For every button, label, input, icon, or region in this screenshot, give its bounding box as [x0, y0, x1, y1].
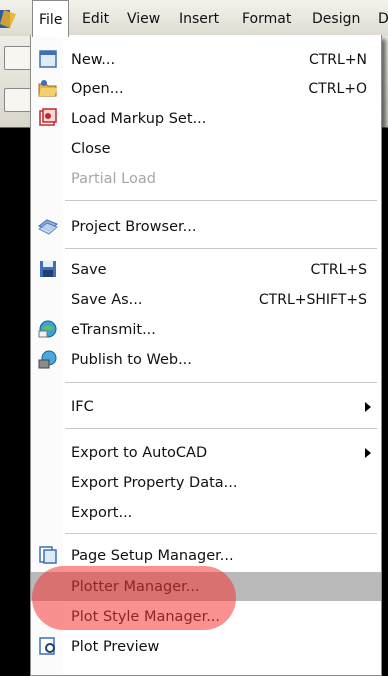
menu-item-label: Export to AutoCAD [71, 445, 208, 461]
menu-item-close[interactable]: Close [31, 134, 381, 163]
menu-item-save-as[interactable]: Save As... CTRL+SHIFT+S [31, 285, 381, 314]
menu-item-label: Partial Load [71, 171, 156, 187]
menu-item-project-browser[interactable]: Project Browser... [31, 212, 381, 241]
menu-item-label: Open... [71, 81, 124, 97]
etransmit-icon [38, 320, 57, 338]
menu-item-page-setup-manager[interactable]: Page Setup Manager... [31, 541, 381, 570]
menu-item-label: Plot Preview [71, 639, 160, 655]
menu-edit[interactable]: Edit [82, 0, 109, 36]
menu-item-open[interactable]: Open... CTRL+O [31, 74, 381, 103]
menu-item-label: Close [71, 141, 111, 157]
menu-item-label: IFC [71, 399, 94, 415]
plot-preview-icon [39, 637, 55, 655]
menu-item-shortcut: CTRL+SHIFT+S [258, 292, 367, 308]
publish-web-icon [38, 350, 57, 369]
menu-item-load-markup-set[interactable]: Load Markup Set... [31, 104, 381, 133]
menu-item-etransmit[interactable]: eTransmit... [31, 315, 381, 344]
menu-separator [65, 200, 377, 201]
menu-item-label: Save [71, 262, 107, 278]
menu-item-export-property-data[interactable]: Export Property Data... [31, 468, 381, 497]
save-icon [40, 261, 56, 277]
menu-item-save[interactable]: Save CTRL+S [31, 255, 381, 284]
menu-item-shortcut: CTRL+O [308, 81, 367, 97]
file-menu: New... CTRL+N Open... CTRL+O Load Markup… [30, 35, 382, 676]
menu-item-ifc[interactable]: IFC [31, 392, 381, 421]
menu-item-publish-to-web[interactable]: Publish to Web... [31, 345, 381, 374]
toolbar-button[interactable] [4, 46, 32, 70]
menu-insert[interactable]: Insert [179, 0, 219, 36]
menu-item-label: Plotter Manager... [71, 579, 200, 595]
menu-item-partial-load: Partial Load [31, 164, 381, 193]
toolbar-button[interactable] [4, 88, 32, 112]
menu-item-label: Save As... [71, 292, 143, 308]
app-icon[interactable] [0, 8, 22, 30]
new-document-icon [39, 50, 57, 68]
menu-format[interactable]: Format [242, 0, 291, 36]
menu-file[interactable]: File [32, 0, 70, 37]
menu-item-new[interactable]: New... CTRL+N [31, 45, 381, 74]
open-folder-icon [38, 80, 57, 97]
menu-item-label: New... [71, 52, 116, 68]
menu-item-label: Plot Style Manager... [71, 609, 221, 625]
menu-separator [65, 428, 377, 429]
menu-item-export-to-autocad[interactable]: Export to AutoCAD [31, 438, 381, 467]
project-browser-icon [38, 219, 58, 235]
menu-separator [65, 248, 377, 249]
menu-item-label: Export... [71, 505, 133, 521]
menu-item-plot-style-manager[interactable]: Plot Style Manager... [31, 602, 381, 631]
menu-item-label: Project Browser... [71, 219, 197, 235]
menu-view[interactable]: View [127, 0, 160, 36]
menu-separator [65, 533, 377, 534]
menu-item-plotter-manager[interactable]: Plotter Manager... [31, 572, 381, 601]
markup-set-icon [39, 108, 57, 126]
menu-item-shortcut: CTRL+S [310, 262, 367, 278]
menu-item-label: Publish to Web... [71, 352, 192, 368]
menu-separator [65, 382, 377, 383]
menu-item-label: eTransmit... [71, 322, 156, 338]
page-setup-icon [39, 546, 57, 564]
menu-item-label: Page Setup Manager... [71, 548, 234, 564]
submenu-arrow-icon [365, 448, 371, 458]
menu-item-export[interactable]: Export... [31, 498, 381, 527]
menu-item-plot-preview[interactable]: Plot Preview [31, 632, 381, 661]
menu-design[interactable]: Design [312, 0, 360, 36]
menu-item-label: Load Markup Set... [71, 111, 207, 127]
submenu-arrow-icon [365, 402, 371, 412]
menu-more[interactable]: D [378, 0, 388, 36]
menubar: File Edit View Insert Format Design D [0, 0, 388, 37]
menu-item-shortcut: CTRL+N [308, 52, 367, 68]
menu-item-label: Export Property Data... [71, 475, 238, 491]
